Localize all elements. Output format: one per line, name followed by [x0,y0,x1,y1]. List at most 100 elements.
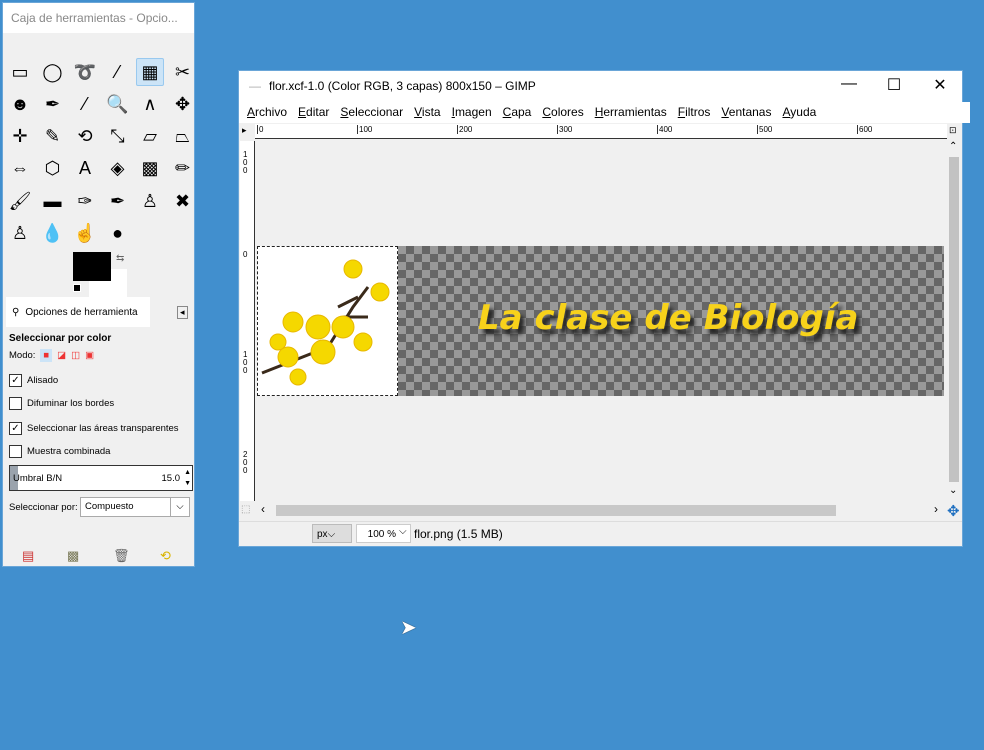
menu-herramientas[interactable]: Herramientas [595,102,667,123]
menu-imagen[interactable]: Imagen [452,102,492,123]
minimize-button[interactable]: — [826,75,872,93]
menu-editar[interactable]: Editar [298,102,329,123]
maximize-button[interactable]: ☐ [871,75,917,95]
ruler-tick-label: 600 [857,125,873,134]
threshold-slider[interactable]: Umbral B/N 15.0 ▲ ▼ [9,465,193,491]
zoom-fit-icon[interactable]: ⊡ [949,125,957,136]
crop-tool-icon[interactable]: ✎ [39,123,67,151]
menu-ayuda[interactable]: Ayuda [782,102,816,123]
mode-subtract-icon[interactable]: ◫ [71,350,80,361]
quick-mask-toggle-icon[interactable]: ▸ [242,125,247,136]
tab-tool-options[interactable]: ⚲ Opciones de herramienta [6,297,150,327]
paintbrush-tool-icon[interactable]: 🖌 [6,187,34,215]
vertical-ruler: 100 0 100 200 [240,141,255,501]
paths-tool-icon[interactable]: ✒ [39,90,67,118]
mode-replace-icon[interactable]: ■ [40,349,53,362]
check-transparent[interactable]: ✓ Seleccionar las áreas transparentes [9,422,179,435]
canvas-title-text: La clase de Biología [478,298,859,338]
dodge-burn-tool-icon[interactable]: ● [104,220,132,248]
shear-tool-icon[interactable]: ▱ [136,123,164,151]
checkbox[interactable]: ✓ [9,422,22,435]
restore-options-icon[interactable]: ▩ [67,548,79,564]
reset-options-icon[interactable]: ⟲ [160,548,171,564]
smudge-tool-icon[interactable]: ☝ [71,220,99,248]
mode-intersect-icon[interactable]: ▣ [85,350,94,361]
foreground-select-tool-icon[interactable]: ☻ [6,90,34,118]
delete-options-icon[interactable]: 🗑 [113,548,130,564]
horizontal-scrollbar[interactable]: ‹ › [256,502,946,519]
ink-tool-icon[interactable]: ✒ [104,187,132,215]
scroll-down-icon[interactable]: ⌄ [949,485,957,496]
scale-tool-icon[interactable]: ⤡ [104,123,132,151]
scissors-tool-icon[interactable]: ✂ [169,58,197,86]
navigate-icon[interactable]: ✥ [947,502,960,520]
rotate-tool-icon[interactable]: ⟲ [71,123,99,151]
bucket-fill-tool-icon[interactable]: ◈ [104,155,132,183]
flip-tool-icon[interactable]: ⇔ [6,155,34,183]
zoom-tool-icon[interactable]: 🔍 [104,90,132,118]
vertical-scrollbar[interactable]: ⌃ ⌄ [946,141,962,501]
select-by-color-tool-icon[interactable]: ▦ [136,58,164,86]
unit-dropdown[interactable]: px⌵ [312,524,352,543]
scroll-left-icon[interactable]: ‹ [261,502,265,516]
toolbox-window: Caja de herramientas - Opcio... ▭ ◯ ➰ ⁄ ▦ ✂ ☻ ✒… [2,2,195,567]
ruler-tick-label: 400 [657,125,673,134]
check-label: Seleccionar las áreas transparentes [27,423,179,434]
color-picker-tool-icon[interactable]: ⁄ [71,90,99,118]
menu-filtros[interactable]: Filtros [678,102,711,123]
navigate-selection-icon[interactable]: ⬚ [241,504,250,515]
scroll-right-icon[interactable]: › [934,502,938,516]
fuzzy-select-tool-icon[interactable]: ⁄ [104,58,132,86]
ruler-tick-label: 0 [257,125,264,134]
menu-seleccionar[interactable]: Seleccionar [340,102,403,123]
checkbox[interactable] [9,397,22,410]
menu-archivo[interactable]: Archivo [247,102,287,123]
blend-tool-icon[interactable]: ▩ [136,155,164,183]
close-button[interactable]: ✕ [917,75,963,95]
ruler-tick-label: 200 [457,125,473,134]
checkbox[interactable]: ✓ [9,374,22,387]
perspective-clone-tool-icon[interactable]: ♙ [6,220,34,248]
mode-add-icon[interactable]: ◪ [57,350,66,361]
rect-select-tool-icon[interactable]: ▭ [6,58,34,86]
ellipse-select-tool-icon[interactable]: ◯ [39,58,67,86]
blur-tool-icon[interactable]: 💧 [39,220,67,248]
perspective-tool-icon[interactable]: ⏢ [169,123,197,151]
clone-tool-icon[interactable]: ♙ [136,187,164,215]
check-antialias[interactable]: ✓ Alisado [9,374,58,387]
measure-tool-icon[interactable]: ∧ [136,90,164,118]
ruler-tick-label: 300 [557,125,573,134]
default-colors-icon[interactable] [73,284,81,292]
pencil-tool-icon[interactable]: ✏ [169,155,197,183]
scroll-up-icon[interactable]: ⌃ [949,141,957,152]
checkbox[interactable] [9,445,22,458]
move-tool-icon[interactable]: ✥ [169,90,197,118]
align-tool-icon[interactable]: ✛ [6,123,34,151]
eraser-tool-icon[interactable]: ▬ [39,187,67,215]
panel-menu-icon[interactable]: ◂ [177,306,188,319]
airbrush-tool-icon[interactable]: ✑ [71,187,99,215]
cage-transform-tool-icon[interactable]: ⬡ [39,155,67,183]
free-select-tool-icon[interactable]: ➰ [71,58,99,86]
swap-colors-icon[interactable]: ⇆ [116,253,124,264]
select-by-dropdown[interactable]: Compuesto ⌵ [80,497,190,517]
heal-tool-icon[interactable]: ✖ [169,187,197,215]
save-options-icon[interactable]: ▤ [22,548,34,564]
foreground-color-front[interactable] [73,252,111,281]
check-feather[interactable]: Difuminar los bordes [9,397,114,410]
vruler-tick-label: 100 [243,150,248,175]
menu-ventanas[interactable]: Ventanas [721,102,771,123]
menu-capa[interactable]: Capa [503,102,532,123]
zoom-chevron-icon[interactable]: ⌵ [399,526,407,537]
vertical-scroll-thumb[interactable] [949,157,959,482]
vruler-tick-label: 0 [243,250,248,259]
spin-arrows-icon[interactable]: ▲ ▼ [184,467,191,489]
canvas[interactable]: La clase de Biología [256,141,946,501]
status-bar: px⌵ 100 % ⌵ flor.png (1.5 MB) [239,521,962,547]
text-tool-icon[interactable]: A [71,155,99,183]
menu-colores[interactable]: Colores [542,102,583,123]
check-sample-merged[interactable]: Muestra combinada [9,445,110,458]
menu-vista[interactable]: Vista [414,102,440,123]
zoom-value: 100 % [367,529,396,540]
horizontal-scroll-thumb[interactable] [276,505,836,516]
